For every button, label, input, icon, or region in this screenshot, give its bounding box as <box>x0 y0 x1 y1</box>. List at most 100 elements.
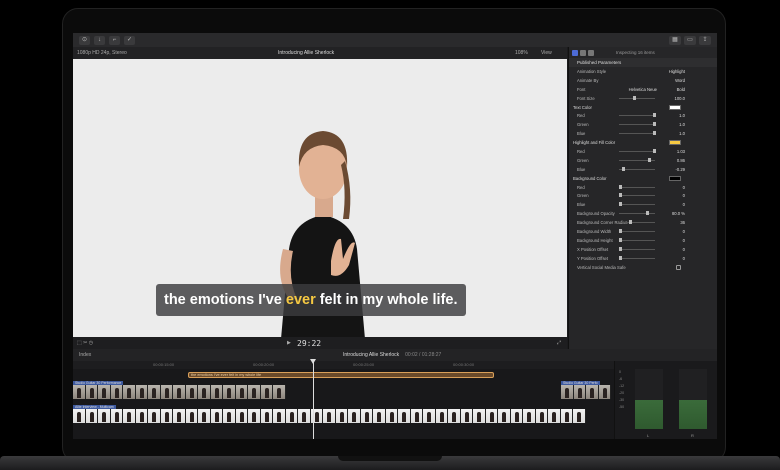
parameter-slider[interactable] <box>619 202 655 207</box>
check-icon[interactable]: ✓ <box>124 35 135 45</box>
parameter-row[interactable]: Blue -0.29 <box>569 165 717 174</box>
slider-knob[interactable] <box>619 202 622 207</box>
key-icon[interactable]: ⌐ <box>109 35 120 45</box>
slider-knob[interactable] <box>619 193 622 198</box>
play-icon[interactable]: ▶ <box>287 340 291 346</box>
parameter-row[interactable]: Animation Style Highlight <box>569 67 717 76</box>
parameter-value[interactable]: 1.0 <box>679 131 685 136</box>
layout-icon[interactable]: ▦ <box>669 35 681 45</box>
slider-knob[interactable] <box>653 122 656 127</box>
parameter-row[interactable]: Background Height 0 <box>569 236 717 245</box>
parameter-slider[interactable] <box>619 184 655 189</box>
parameter-row[interactable]: Blue 0 <box>569 200 717 209</box>
parameter-slider[interactable] <box>619 95 655 100</box>
slider-knob[interactable] <box>653 148 656 153</box>
parameter-value[interactable]: 36 <box>680 220 685 225</box>
parameter-row[interactable]: X Position Offset 0 <box>569 245 717 254</box>
font-weight-value[interactable]: Bold <box>677 87 685 92</box>
video-inspector-icon[interactable] <box>580 49 586 56</box>
parameter-slider[interactable] <box>619 255 655 260</box>
parameter-row[interactable]: Vertical Social Media Safe <box>569 263 717 272</box>
crop-icon[interactable]: ⬚ ✂ ◷ <box>77 340 93 346</box>
connected-clip[interactable]: Studio Guitar 30 Performance <box>73 381 286 399</box>
info-inspector-icon[interactable] <box>588 49 594 56</box>
fullscreen-icon[interactable]: ⤢ <box>557 340 561 346</box>
panels-icon[interactable]: ▭ <box>684 35 696 45</box>
parameter-slider[interactable] <box>619 220 655 225</box>
parameter-value[interactable]: 0 <box>683 229 685 234</box>
parameter-row[interactable]: Background Opacity 80.0 % <box>569 209 717 218</box>
slider-knob[interactable] <box>619 246 622 251</box>
parameter-slider[interactable] <box>619 228 655 233</box>
parameter-value[interactable]: 0 <box>683 202 685 207</box>
parameter-row[interactable]: Red 0 <box>569 183 717 192</box>
caption-clip[interactable]: the emotions I've ever felt in my whole … <box>188 372 494 378</box>
parameter-value[interactable]: 0 <box>683 185 685 190</box>
connected-clip[interactable]: Studio Guitar 30 Perfo <box>561 381 611 399</box>
parameter-row[interactable]: Y Position Offset 0 <box>569 254 717 263</box>
slider-knob[interactable] <box>622 166 626 171</box>
parameter-value[interactable]: Highlight <box>669 69 685 74</box>
parameter-row[interactable]: Red 1.0 <box>569 111 717 120</box>
share-icon[interactable]: ⇪ <box>699 35 711 45</box>
parameter-slider[interactable] <box>619 131 656 136</box>
parameter-slider[interactable] <box>619 193 655 198</box>
slider-knob[interactable] <box>646 211 650 216</box>
color-swatch[interactable] <box>669 140 681 146</box>
parameter-row[interactable]: Green 0 <box>569 191 717 200</box>
playhead[interactable] <box>310 359 316 439</box>
timecode-display[interactable]: 29:22 <box>297 339 321 348</box>
parameter-value[interactable]: -0.29 <box>675 167 685 172</box>
parameter-value[interactable]: 1.0 <box>679 122 685 127</box>
parameter-slider[interactable] <box>619 113 656 118</box>
parameter-row[interactable]: Animate By Word <box>569 76 717 85</box>
parameter-value[interactable]: 0 <box>683 256 685 261</box>
viewer-video[interactable]: the emotions I've ever felt in my whole … <box>73 59 567 337</box>
parameter-row[interactable]: Green 1.0 <box>569 120 717 129</box>
parameter-slider[interactable] <box>619 246 655 251</box>
download-icon[interactable]: ↓ <box>94 35 105 45</box>
import-icon[interactable]: ⊙ <box>79 35 90 45</box>
timeline-ruler[interactable]: 00:00:15:00 00:00:20:00 00:00:25:00 00:0… <box>73 361 614 369</box>
slider-knob[interactable] <box>653 131 656 136</box>
parameter-value[interactable]: 1.0 <box>679 113 685 118</box>
slider-knob[interactable] <box>629 220 633 225</box>
parameter-row[interactable]: Background Color <box>569 174 717 183</box>
parameter-row[interactable]: Background Width 0 <box>569 227 717 236</box>
parameter-row[interactable]: Background Corner Radius 36 <box>569 218 717 227</box>
parameter-row[interactable]: Font Size 100.0 <box>569 94 717 103</box>
color-swatch[interactable] <box>669 175 681 181</box>
parameter-row[interactable]: Font Helvetica Neue Bold <box>569 85 717 94</box>
parameter-value[interactable]: Helvetica Neue <box>629 87 657 92</box>
parameter-slider[interactable] <box>619 148 656 153</box>
slider-knob[interactable] <box>619 184 622 189</box>
view-menu[interactable]: View <box>541 50 552 56</box>
parameter-row[interactable]: Red 1.03 <box>569 147 717 156</box>
parameter-row[interactable]: Green 0.86 <box>569 156 717 165</box>
parameter-value[interactable]: Word <box>675 78 685 83</box>
parameter-value[interactable]: 80.0 % <box>672 211 685 216</box>
parameter-value[interactable]: 0.86 <box>677 158 685 163</box>
parameter-row[interactable]: Blue 1.0 <box>569 129 717 138</box>
checkbox[interactable] <box>676 264 681 270</box>
parameter-value[interactable]: 0 <box>683 247 685 252</box>
primary-clip[interactable]: Allie Interview - Multicam <box>73 405 586 423</box>
parameter-value[interactable]: 0 <box>683 238 685 243</box>
parameter-slider[interactable] <box>619 211 655 216</box>
parameter-value[interactable]: 0 <box>683 193 685 198</box>
parameter-value[interactable]: 100.0 <box>675 96 685 101</box>
parameter-value[interactable]: 1.03 <box>677 149 685 154</box>
parameter-row[interactable]: Highlight and Fill Color <box>569 138 717 147</box>
slider-knob[interactable] <box>647 157 651 162</box>
parameter-slider[interactable] <box>619 122 656 127</box>
parameter-row[interactable]: Text Color <box>569 103 717 112</box>
color-swatch[interactable] <box>669 104 681 110</box>
title-inspector-icon[interactable] <box>572 49 578 56</box>
slider-knob[interactable] <box>632 95 636 100</box>
slider-knob[interactable] <box>619 255 622 260</box>
index-button[interactable]: Index <box>79 352 91 358</box>
slider-knob[interactable] <box>619 237 622 242</box>
parameter-slider[interactable] <box>619 166 655 171</box>
zoom-menu[interactable]: 108% <box>515 50 528 56</box>
parameter-slider[interactable] <box>619 237 655 242</box>
